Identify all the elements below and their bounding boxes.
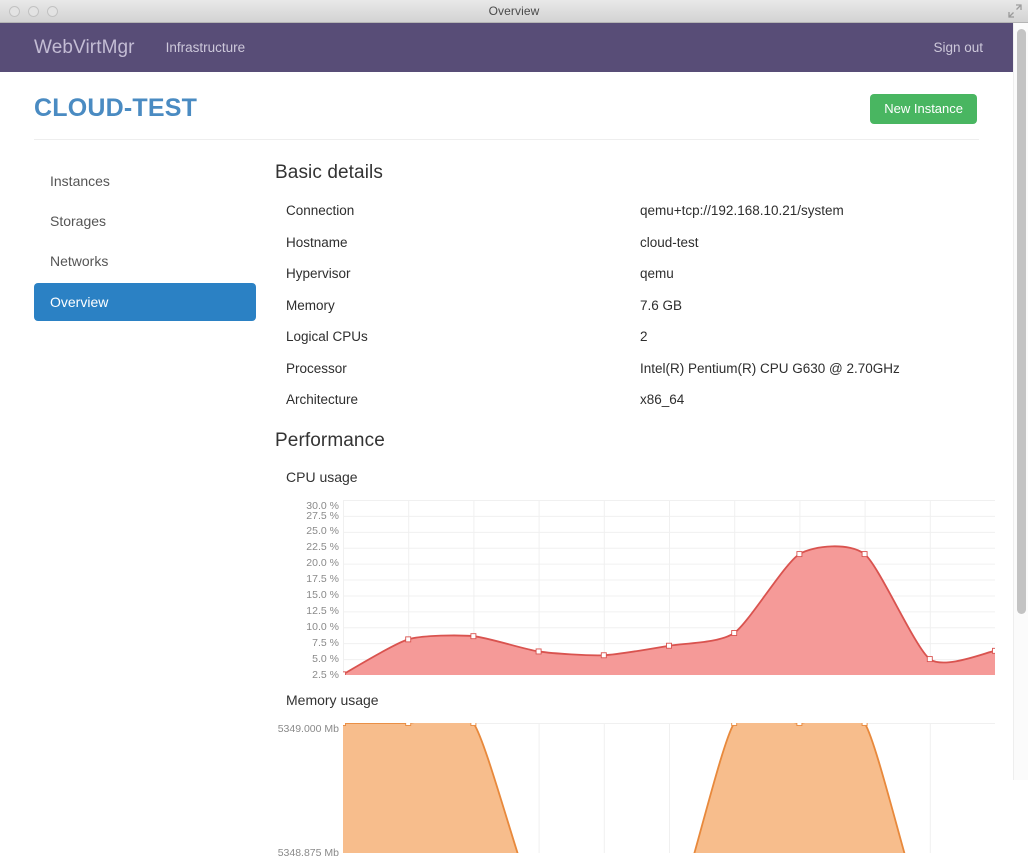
y-axis-tick-label: 10.0 % <box>306 620 339 633</box>
y-axis-tick-label: 27.5 % <box>306 509 339 522</box>
chart-data-point[interactable] <box>796 550 803 557</box>
memory-usage-caption: Memory usage <box>286 691 379 708</box>
y-axis-tick-label: 20.0 % <box>306 556 339 569</box>
scrollbar-thumb[interactable] <box>1017 29 1026 614</box>
sidebar-item-storages[interactable]: Storages <box>34 202 256 240</box>
detail-label: Memory <box>286 297 335 313</box>
sidebar-item-overview[interactable]: Overview <box>34 282 256 321</box>
expand-icon[interactable] <box>1008 4 1022 18</box>
vertical-scrollbar[interactable] <box>1013 23 1028 780</box>
chart-data-point[interactable] <box>343 722 346 726</box>
chart-data-point[interactable] <box>470 632 477 639</box>
content-area: Instances Storages Networks Overview Bas… <box>34 162 995 857</box>
page-body: CLOUD-TEST New Instance Instances Storag… <box>0 72 1013 857</box>
detail-value: cloud-test <box>640 234 699 250</box>
cpu-usage-chart-svg <box>343 499 996 675</box>
detail-label: Connection <box>286 203 355 218</box>
chart-data-point[interactable] <box>470 722 477 726</box>
table-row: Connection qemu+tcp://192.168.10.21/syst… <box>275 203 979 219</box>
memory-usage-chart-block: Memory usage 5349.000 Mb 5348.875 Mb <box>275 691 995 857</box>
detail-value: Intel(R) Pentium(R) CPU G630 @ 2.70GHz <box>640 360 900 376</box>
page-title: CLOUD-TEST <box>34 94 198 122</box>
new-instance-button[interactable]: New Instance <box>870 94 977 124</box>
y-axis-tick-label: 5.0 % <box>312 652 339 665</box>
detail-value: qemu+tcp://192.168.10.21/system <box>640 203 844 218</box>
brand-logo[interactable]: WebVirtMgr <box>34 37 135 59</box>
window-title: Overview <box>488 4 540 18</box>
y-axis-tick-label: 15.0 % <box>306 588 339 601</box>
y-axis-tick-label: 22.5 % <box>306 541 339 554</box>
sidebar-item-instances[interactable]: Instances <box>34 162 256 200</box>
sidebar-item-networks[interactable]: Networks <box>34 242 256 280</box>
chart-data-point[interactable] <box>992 647 996 654</box>
y-axis-tick-label: 25.0 % <box>306 525 339 538</box>
basic-details-heading: Basic details <box>275 162 383 183</box>
cpu-usage-caption: CPU usage <box>286 468 358 485</box>
cpu-usage-chart[interactable]: 30.0 % 27.5 % 25.0 % 22.5 % 20.0 % 17.5 % 15.0… <box>275 499 995 682</box>
detail-value: x86_64 <box>640 392 685 408</box>
table-row: Hypervisor qemu <box>275 266 979 282</box>
table-row: Logical CPUs 2 <box>275 329 979 345</box>
detail-label: Hostname <box>286 234 348 250</box>
chart-data-point[interactable] <box>535 648 542 655</box>
chart-data-point[interactable] <box>796 722 803 726</box>
chart-data-point[interactable] <box>600 651 607 658</box>
y-axis-tick-label: 2.5 % <box>312 668 339 681</box>
detail-value: 7.6 GB <box>640 297 683 313</box>
detail-label: Architecture <box>286 392 359 408</box>
chart-data-point[interactable] <box>861 550 868 557</box>
y-axis-tick-label: 17.5 % <box>306 572 339 585</box>
detail-label: Hypervisor <box>286 266 351 282</box>
cpu-chart-plot <box>343 499 996 675</box>
chart-data-point[interactable] <box>343 671 346 675</box>
chart-data-point[interactable] <box>731 629 738 636</box>
cpu-usage-chart-block: CPU usage 30.0 % 27.5 % 25.0 % 22.5 % 20.0 %… <box>275 468 995 682</box>
chart-data-point[interactable] <box>405 722 412 726</box>
top-navbar: WebVirtMgr Infrastructure Sign out <box>0 23 1013 72</box>
table-row: Processor Intel(R) Pentium(R) CPU G630 @… <box>275 361 979 377</box>
y-axis-tick-label: 5349.000 Mb <box>277 722 339 735</box>
chart-data-point[interactable] <box>731 722 738 726</box>
nav-item-infrastructure[interactable]: Infrastructure <box>166 40 246 55</box>
chart-data-point[interactable] <box>861 722 868 726</box>
performance-heading: Performance <box>275 429 385 451</box>
chart-data-point[interactable] <box>666 642 672 649</box>
table-row: Memory 7.6 GB <box>275 298 979 314</box>
detail-label: Processor <box>286 360 347 376</box>
page-header: CLOUD-TEST New Instance <box>34 72 979 140</box>
chart-data-point[interactable] <box>926 655 933 662</box>
detail-value: qemu <box>640 266 674 282</box>
table-row: Hostname cloud-test <box>275 235 979 251</box>
memory-usage-chart[interactable]: 5349.000 Mb 5348.875 Mb <box>275 722 995 857</box>
main-panel: Basic details Connection qemu+tcp://192.… <box>256 162 995 857</box>
table-row: Architecture x86_64 <box>275 392 979 408</box>
memory-usage-chart-svg <box>343 722 995 853</box>
memory-chart-plot <box>343 722 995 853</box>
y-axis-tick-label: 5348.875 Mb <box>277 846 339 858</box>
sidebar-nav: Instances Storages Networks Overview <box>34 162 256 793</box>
detail-label: Logical CPUs <box>286 329 368 345</box>
window-titlebar: Overview <box>0 0 1028 23</box>
chart-data-point[interactable] <box>405 636 412 642</box>
detail-value: 2 <box>640 329 648 345</box>
y-axis-tick-label: 7.5 % <box>312 636 339 649</box>
nav-item-signout[interactable]: Sign out <box>933 40 983 55</box>
y-axis-tick-label: 12.5 % <box>306 604 339 617</box>
